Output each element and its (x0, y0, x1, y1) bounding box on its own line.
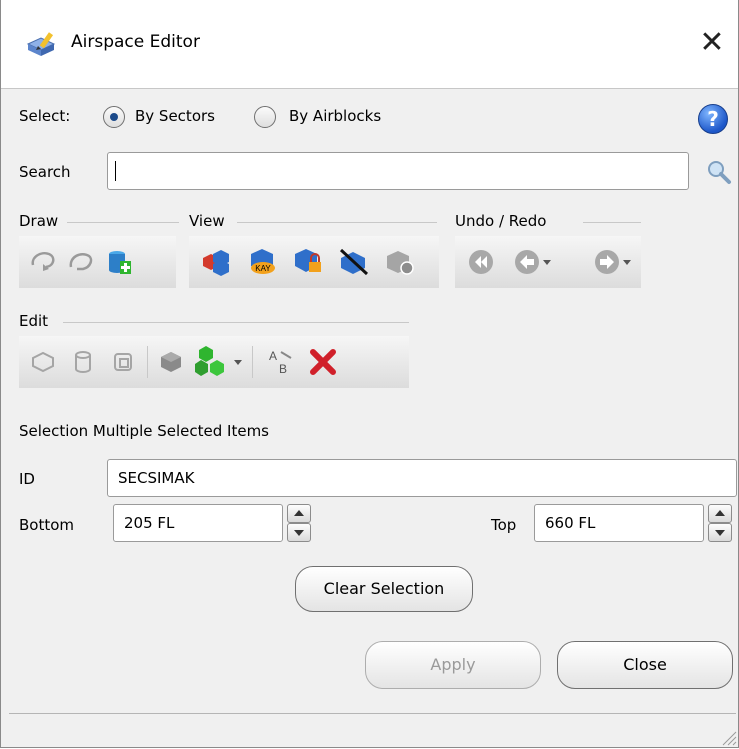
chevron-down-icon (294, 530, 304, 536)
bottom-spin-up-button[interactable] (287, 504, 311, 523)
rename-letter-b: B (279, 362, 287, 376)
add-volume-icon[interactable] (105, 248, 133, 276)
edit-shape-icon[interactable] (29, 348, 57, 376)
bottom-spinner[interactable] (287, 504, 311, 542)
title-bar: Airspace Editor ✕ (1, 0, 738, 89)
top-spinner[interactable] (708, 504, 732, 542)
view-group-line (237, 222, 437, 223)
rewind-icon[interactable] (467, 248, 495, 276)
radio-by-airblocks-label[interactable]: By Airblocks (289, 107, 381, 125)
close-icon[interactable]: ✕ (695, 26, 729, 60)
selection-label: Selection Multiple Selected Items (19, 422, 269, 440)
help-icon[interactable]: ? (698, 104, 728, 134)
top-spin-down-button[interactable] (708, 523, 732, 542)
view-sectors-icon[interactable] (199, 248, 233, 276)
edit-volume-icon[interactable] (69, 348, 97, 376)
undo-redo-group-label: Undo / Redo (455, 212, 547, 230)
add-blocks-icon[interactable] (195, 344, 231, 378)
view-kay-icon[interactable]: KAY (245, 248, 279, 276)
redo-icon[interactable] (593, 248, 621, 276)
bottom-spin-down-button[interactable] (287, 523, 311, 542)
top-field[interactable]: 660 FL (534, 504, 704, 542)
search-input[interactable] (107, 152, 689, 190)
edit-toolbar: A B (19, 336, 409, 388)
radio-checked-dot (110, 113, 118, 121)
select-label: Select: (19, 107, 71, 125)
view-kay-badge: KAY (255, 264, 271, 273)
view-locked-icon[interactable] (291, 248, 325, 276)
id-field-value: SECSIMAK (118, 469, 195, 487)
window-title: Airspace Editor (71, 32, 200, 52)
draw-group-label: Draw (19, 212, 59, 230)
edit-group-icon[interactable] (109, 348, 137, 376)
undo-redo-group-line (583, 222, 641, 223)
view-gray-icon[interactable] (383, 248, 417, 276)
close-button[interactable]: Close (557, 641, 733, 689)
undo-redo-toolbar (455, 236, 641, 288)
add-blocks-dropdown-icon[interactable] (233, 359, 243, 367)
redo-dropdown-icon[interactable] (622, 259, 632, 267)
toolbar-separator (252, 346, 253, 378)
top-field-value: 660 FL (545, 514, 596, 532)
id-field[interactable]: SECSIMAK (107, 459, 737, 497)
edit-merge-icon[interactable] (157, 348, 185, 376)
bottom-label: Bottom (19, 516, 75, 534)
id-label: ID (19, 470, 35, 488)
radio-by-sectors[interactable] (103, 106, 125, 128)
toolbar-separator (147, 346, 148, 378)
top-label: Top (491, 516, 517, 534)
chevron-up-icon (715, 510, 725, 516)
hide-icon[interactable] (337, 248, 371, 276)
draw-lasso-icon[interactable] (29, 249, 57, 275)
text-caret (115, 161, 116, 181)
edit-group-line (63, 322, 409, 323)
draw-toolbar (19, 236, 176, 288)
draw-group-line (67, 222, 179, 223)
airspace-editor-window: Airspace Editor ✕ Select: By Sectors By … (0, 0, 739, 748)
chevron-up-icon (294, 510, 304, 516)
bottom-field-value: 205 FL (124, 514, 175, 532)
search-icon[interactable] (705, 158, 733, 186)
view-toolbar: KAY (189, 236, 439, 288)
chevron-down-icon (715, 530, 725, 536)
undo-dropdown-icon[interactable] (542, 259, 552, 267)
delete-icon[interactable] (307, 346, 339, 378)
draw-freehand-icon[interactable] (67, 249, 95, 275)
rename-letter-a: A (269, 349, 277, 363)
bottom-divider (9, 713, 736, 714)
edit-group-label: Edit (19, 312, 49, 330)
apply-button[interactable]: Apply (365, 641, 541, 689)
top-spin-up-button[interactable] (708, 504, 732, 523)
undo-icon[interactable] (513, 248, 541, 276)
radio-by-sectors-label[interactable]: By Sectors (135, 107, 215, 125)
bottom-field[interactable]: 205 FL (113, 504, 283, 542)
radio-by-airblocks[interactable] (254, 106, 276, 128)
resize-grip-icon[interactable] (719, 728, 737, 746)
view-group-label: View (189, 212, 225, 230)
airspace-editor-icon (26, 32, 56, 56)
clear-selection-button[interactable]: Clear Selection (295, 566, 473, 612)
search-label: Search (19, 163, 71, 181)
rename-icon[interactable]: A B (265, 346, 297, 378)
